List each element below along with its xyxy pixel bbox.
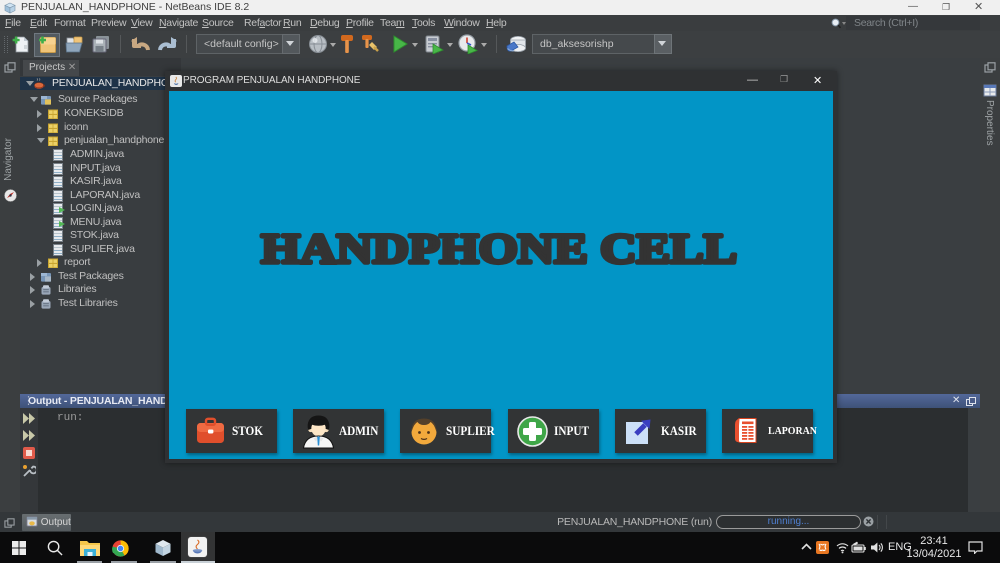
svg-text:HANDPHONE CELL: HANDPHONE CELL: [261, 227, 737, 273]
